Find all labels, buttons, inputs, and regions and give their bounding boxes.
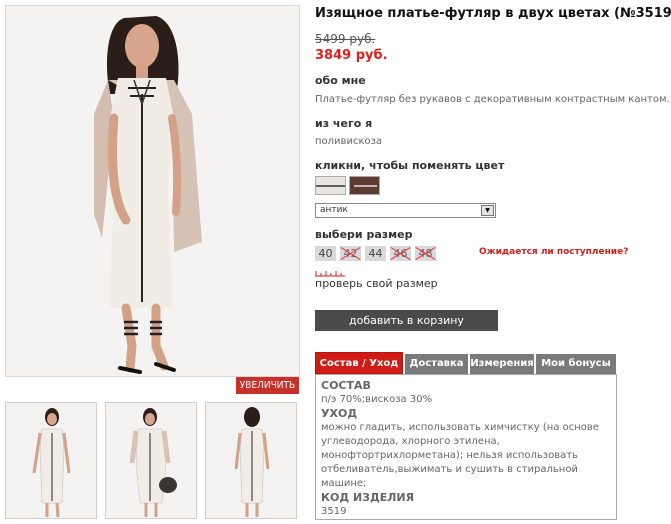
thumbnail-back[interactable] bbox=[205, 402, 297, 519]
color-heading: кликни, чтобы поменять цвет bbox=[315, 159, 505, 172]
care-line: можно гладить, использовать химчистку (н… bbox=[321, 422, 599, 433]
color-select[interactable]: антик ▼ bbox=[315, 203, 496, 218]
color-swatch-brown[interactable] bbox=[349, 176, 380, 195]
size-option-44[interactable]: 44 bbox=[365, 246, 386, 261]
old-price: 5499 руб. bbox=[315, 32, 376, 46]
composition-text: п/э 70%;вискоза 30% bbox=[321, 394, 433, 405]
size-option-42-unavailable: 42 bbox=[340, 246, 361, 261]
care-line: машине; bbox=[321, 478, 367, 489]
add-to-cart-button[interactable]: добавить в корзину bbox=[315, 310, 498, 331]
size-option-46-unavailable: 46 bbox=[390, 246, 411, 261]
size-option-48-unavailable: 48 bbox=[415, 246, 436, 261]
color-swatch-antique[interactable] bbox=[315, 176, 346, 195]
about-heading: обо мне bbox=[315, 74, 366, 87]
thumbnail-front[interactable] bbox=[5, 402, 97, 519]
care-heading: УХОД bbox=[321, 407, 358, 420]
check-size-link[interactable]: проверь свой размер bbox=[315, 277, 438, 290]
zoom-button[interactable]: УВЕЛИЧИТЬ bbox=[236, 377, 299, 394]
ruler-icon[interactable] bbox=[315, 270, 345, 277]
thumbnail-with-jacket[interactable] bbox=[105, 402, 197, 519]
details-tabs: Состав / Уход Доставка Измерения Мои бон… bbox=[315, 352, 617, 374]
material-text: поливискоза bbox=[315, 136, 383, 147]
about-text: Платье-футляр без рукавов с декоративным… bbox=[315, 94, 670, 105]
care-line: отбеливатель,выжимать и сушить в стираль… bbox=[321, 464, 578, 475]
tab-composition-care[interactable]: Состав / Уход bbox=[315, 352, 403, 374]
material-heading: из чего я bbox=[315, 117, 373, 130]
restock-inquiry-link[interactable]: Ожидается ли поступление? bbox=[479, 247, 628, 257]
color-select-value: антик bbox=[320, 205, 348, 215]
chevron-down-icon[interactable]: ▼ bbox=[481, 205, 494, 216]
tab-measurements[interactable]: Измерения bbox=[470, 354, 534, 374]
size-heading: выбери размер bbox=[315, 228, 413, 241]
tab-delivery[interactable]: Доставка bbox=[405, 354, 468, 374]
main-product-photo[interactable] bbox=[5, 5, 300, 377]
product-title: Изящное платье-футляр в двух цветах (№35… bbox=[315, 6, 671, 21]
new-price: 3849 руб. bbox=[315, 48, 388, 63]
product-code: 3519 bbox=[321, 506, 347, 517]
care-line: углеводорода, хлорного этилена, bbox=[321, 436, 500, 447]
details-panel: СОСТАВ п/э 70%;вискоза 30% УХОД можно гл… bbox=[315, 374, 617, 520]
composition-heading: СОСТАВ bbox=[321, 379, 371, 392]
tab-my-bonuses[interactable]: Мои бонусы bbox=[536, 354, 616, 374]
product-code-heading: КОД ИЗДЕЛИЯ bbox=[321, 491, 415, 504]
size-option-40[interactable]: 40 bbox=[315, 246, 336, 261]
care-line: монофтортрихлорметана); нельзя использов… bbox=[321, 450, 578, 461]
